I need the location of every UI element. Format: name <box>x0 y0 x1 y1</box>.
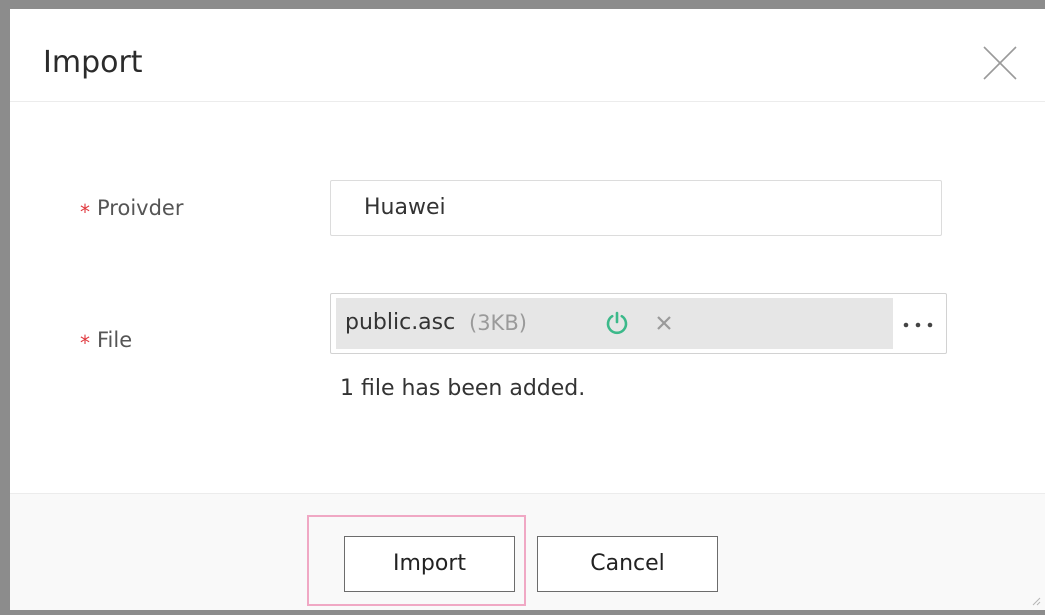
provider-required-mark: * <box>80 200 90 224</box>
dialog-header: Import <box>10 9 1045 102</box>
file-chip: public.asc (3KB) <box>336 298 893 349</box>
import-button[interactable]: Import <box>344 536 515 592</box>
file-status-text: 1 file has been added. <box>340 376 586 401</box>
power-icon <box>606 311 628 335</box>
more-dots-icon[interactable] <box>902 321 934 329</box>
provider-value: Huawei <box>364 195 446 220</box>
window-border-left <box>0 0 10 615</box>
dialog-title: Import <box>43 45 143 80</box>
dialog-footer: Import Cancel <box>10 493 1045 610</box>
file-name: public.asc <box>345 310 456 335</box>
file-upload-field[interactable]: public.asc (3KB) <box>330 293 947 354</box>
window-border-bottom <box>0 610 1045 615</box>
cancel-button[interactable]: Cancel <box>537 536 718 592</box>
resize-grip-icon[interactable] <box>1031 596 1041 606</box>
window-border-top <box>0 0 1045 9</box>
window-frame: Import * Proivder Huawei * File public.a… <box>0 0 1045 615</box>
import-dialog: Import * Proivder Huawei * File public.a… <box>10 9 1045 610</box>
file-label: File <box>97 328 133 352</box>
close-icon[interactable] <box>983 46 1017 80</box>
file-required-mark: * <box>80 331 90 355</box>
file-size: (3KB) <box>469 311 527 335</box>
provider-label: Proivder <box>97 196 184 220</box>
remove-file-icon[interactable] <box>655 314 673 332</box>
provider-field[interactable]: Huawei <box>330 180 942 236</box>
